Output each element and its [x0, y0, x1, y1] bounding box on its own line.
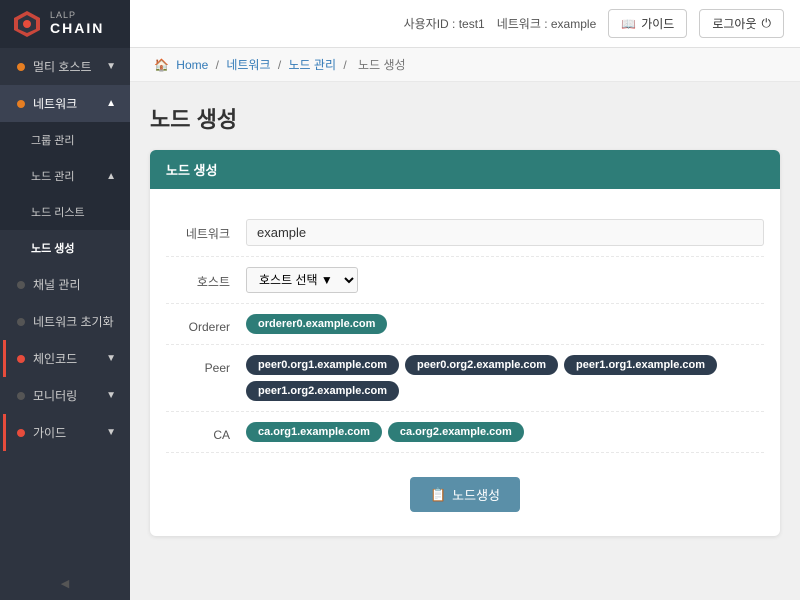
ca-tags: ca.org1.example.com ca.org2.example.com: [246, 422, 764, 442]
sidebar-label-node-mgmt: 노드 관리: [31, 168, 75, 184]
sidebar-item-network[interactable]: 네트워크 ▲: [0, 85, 130, 122]
logout-button[interactable]: 로그아웃 ⏻: [699, 9, 784, 38]
button-wrap: 📋 노드생성: [166, 453, 764, 512]
sidebar-item-guide[interactable]: 가이드 ▼: [0, 414, 130, 451]
breadcrumb-sep2: /: [278, 58, 285, 72]
host-label: 호스트: [166, 267, 246, 290]
sidebar-item-node-list[interactable]: 노드 리스트: [0, 194, 130, 230]
arrow-icon: ▼: [106, 427, 116, 438]
peer-tag[interactable]: peer1.org1.example.com: [564, 355, 717, 375]
network-control: [246, 219, 764, 246]
breadcrumb-home-icon: 🏠: [154, 58, 169, 72]
breadcrumb-node-create: 노드 생성: [358, 58, 406, 72]
peer-tag[interactable]: peer0.org1.example.com: [246, 355, 399, 375]
peer-tags: peer0.org1.example.com peer0.org2.example…: [246, 355, 764, 401]
sidebar-label-guide: 가이드: [33, 424, 66, 441]
host-control: 호스트 선택 ▼: [246, 267, 764, 293]
sidebar-label-network-init: 네트워크 초기화: [33, 313, 114, 330]
sidebar-item-multi-host[interactable]: 멀티 호스트 ▼: [0, 48, 130, 85]
dot-icon: [17, 392, 25, 400]
orderer-tags: orderer0.example.com: [246, 314, 764, 334]
guide-icon: 📖: [621, 17, 636, 31]
sidebar-label-node-create: 노드 생성: [31, 240, 75, 256]
topbar: 사용자ID : test1 네트워크 : example 📖 가이드 로그아웃 …: [130, 0, 800, 48]
logo-chain: CHAIN: [50, 21, 104, 36]
arrow-icon: ▼: [106, 390, 116, 401]
logo-text: LALP CHAIN: [50, 11, 104, 36]
sidebar-item-node-create[interactable]: 노드 생성: [0, 230, 130, 266]
node-create-button[interactable]: 📋 노드생성: [410, 477, 520, 512]
sidebar-item-channel-mgmt[interactable]: 채널 관리: [0, 266, 130, 303]
dot-icon: [17, 429, 25, 437]
arrow-icon: ▲: [106, 171, 116, 182]
arrow-icon: ▼: [106, 61, 116, 72]
peer-label: Peer: [166, 355, 246, 375]
dot-icon: [17, 100, 25, 108]
breadcrumb-sep3: /: [343, 58, 350, 72]
host-select[interactable]: 호스트 선택 ▼: [246, 267, 358, 293]
sidebar-item-node-mgmt[interactable]: 노드 관리 ▲: [0, 158, 130, 194]
orderer-tag[interactable]: orderer0.example.com: [246, 314, 387, 334]
peer-tag[interactable]: peer0.org2.example.com: [405, 355, 558, 375]
arrow-icon: ▼: [106, 353, 116, 364]
card-body: 네트워크 호스트 호스트 선택 ▼ Orderer: [150, 189, 780, 536]
sidebar-item-group-mgmt[interactable]: 그룹 관리: [0, 122, 130, 158]
sidebar-item-network-init[interactable]: 네트워크 초기화: [0, 303, 130, 340]
logout-btn-label: 로그아웃: [712, 15, 756, 32]
sidebar-label-multi-host: 멀티 호스트: [33, 58, 92, 75]
breadcrumb-home[interactable]: Home: [176, 58, 208, 72]
ca-row: CA ca.org1.example.com ca.org2.example.co…: [166, 412, 764, 453]
orderer-row: Orderer orderer0.example.com: [166, 304, 764, 345]
breadcrumb-sep1: /: [216, 58, 223, 72]
topbar-network: 네트워크 : example: [497, 15, 597, 32]
ca-label: CA: [166, 422, 246, 442]
ca-tag[interactable]: ca.org1.example.com: [246, 422, 382, 442]
peer-row: Peer peer0.org1.example.com peer0.org2.ex…: [166, 345, 764, 412]
node-create-btn-label: 노드생성: [452, 485, 500, 504]
breadcrumb-node-mgmt[interactable]: 노드 관리: [289, 58, 337, 72]
dot-icon: [17, 355, 25, 363]
page-title: 노드 생성: [150, 102, 780, 134]
content: 노드 생성 노드 생성 네트워크 호스트 호스트 선택 ▼: [130, 82, 800, 600]
sidebar-label-node-list: 노드 리스트: [31, 204, 85, 220]
sidebar-label-group-mgmt: 그룹 관리: [31, 132, 75, 148]
host-row: 호스트 호스트 선택 ▼: [166, 257, 764, 304]
main: 사용자ID : test1 네트워크 : example 📖 가이드 로그아웃 …: [130, 0, 800, 600]
power-icon: ⏻: [762, 16, 772, 31]
network-input[interactable]: [246, 219, 764, 246]
breadcrumb-network[interactable]: 네트워크: [226, 58, 270, 72]
peer-tag[interactable]: peer1.org2.example.com: [246, 381, 399, 401]
dot-icon: [17, 281, 25, 289]
sidebar-item-chaincode[interactable]: 체인코드 ▼: [0, 340, 130, 377]
sidebar-item-monitoring[interactable]: 모니터링 ▼: [0, 377, 130, 414]
card-header: 노드 생성: [150, 150, 780, 189]
breadcrumb: 🏠 Home / 네트워크 / 노드 관리 / 노드 생성: [130, 48, 800, 82]
ca-tag[interactable]: ca.org2.example.com: [388, 422, 524, 442]
sidebar-logo: LALP CHAIN: [0, 0, 130, 48]
node-create-icon: 📋: [430, 487, 446, 503]
sidebar-node-submenu: 노드 리스트 노드 생성: [0, 194, 130, 266]
node-create-card: 노드 생성 네트워크 호스트 호스트 선택 ▼: [150, 150, 780, 536]
sidebar-network-submenu: 그룹 관리 노드 관리 ▲ 노드 리스트 노드 생성: [0, 122, 130, 266]
guide-btn-label: 가이드: [641, 15, 674, 32]
dot-icon: [17, 318, 25, 326]
sidebar: LALP CHAIN 멀티 호스트 ▼ 네트워크 ▲ 그룹 관리 노드 관리 ▲…: [0, 0, 130, 600]
topbar-user: 사용자ID : test1: [404, 15, 485, 32]
sidebar-label-network: 네트워크: [33, 95, 77, 112]
sidebar-label-chaincode: 체인코드: [33, 350, 77, 367]
logo-icon: [12, 9, 42, 39]
orderer-label: Orderer: [166, 314, 246, 334]
sidebar-collapse-btn[interactable]: ◀: [0, 567, 130, 600]
sidebar-label-monitoring: 모니터링: [33, 387, 77, 404]
network-label: 네트워크: [166, 219, 246, 242]
sidebar-label-channel-mgmt: 채널 관리: [33, 276, 81, 293]
guide-button[interactable]: 📖 가이드: [608, 9, 687, 38]
arrow-icon: ▲: [106, 98, 116, 109]
network-row: 네트워크: [166, 209, 764, 257]
dot-icon: [17, 63, 25, 71]
